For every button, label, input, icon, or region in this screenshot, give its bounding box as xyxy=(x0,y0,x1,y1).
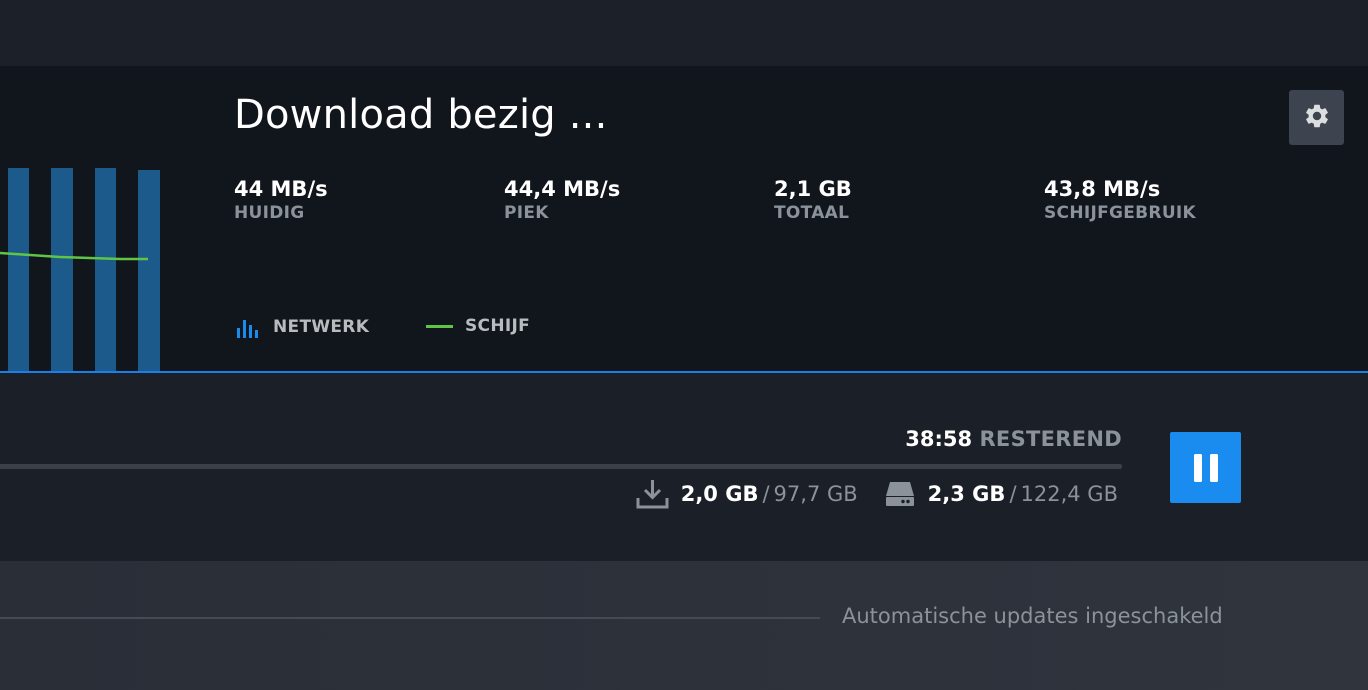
stat-total-value: 2,1 GB xyxy=(774,177,852,201)
page-title: Download bezig ... xyxy=(234,92,608,138)
auto-updates-status: Automatische updates ingeschakeld xyxy=(842,604,1223,628)
stat-peak-label: PIEK xyxy=(504,203,549,223)
download-separator: / xyxy=(762,482,770,506)
disk-done: 2,3 GB xyxy=(927,482,1006,506)
disk-total: 122,4 GB xyxy=(1020,482,1118,506)
top-strip xyxy=(0,0,1368,66)
bar-chart-icon xyxy=(236,316,258,338)
legend-network: NETWERK xyxy=(236,316,369,338)
legend-disk-label: SCHIJF xyxy=(465,316,531,336)
stat-peak-value: 44,4 MB/s xyxy=(504,177,621,201)
line-icon xyxy=(426,324,453,328)
network-bar xyxy=(51,168,73,371)
download-icon xyxy=(636,479,669,509)
disk-separator: / xyxy=(1009,482,1017,506)
stat-total-label: TOTAAL xyxy=(774,203,850,223)
stat-disk-usage: 43,8 MB/s SCHIJFGEBRUIK xyxy=(1044,176,1196,224)
network-bar xyxy=(138,170,160,371)
time-remaining: 38:58 RESTEREND xyxy=(905,427,1122,451)
progress-bar xyxy=(0,464,1122,469)
footer-divider xyxy=(0,617,820,619)
download-done: 2,0 GB xyxy=(680,482,759,506)
pause-icon xyxy=(1191,452,1221,484)
network-bar xyxy=(95,168,116,371)
remaining-label: RESTEREND xyxy=(979,427,1122,451)
pause-button[interactable] xyxy=(1170,432,1241,503)
settings-button[interactable] xyxy=(1289,90,1344,145)
hard-drive-icon xyxy=(884,480,916,508)
legend-disk: SCHIJF xyxy=(426,316,530,336)
stat-total: 2,1 GB TOTAAL xyxy=(774,176,852,224)
stat-peak: 44,4 MB/s PIEK xyxy=(504,176,620,224)
network-bar xyxy=(8,168,29,371)
stat-current-label: HUIDIG xyxy=(234,203,305,223)
legend-network-label: NETWERK xyxy=(273,317,370,337)
download-total: 97,7 GB xyxy=(773,482,858,506)
progress-fill xyxy=(0,464,23,469)
stat-disk-usage-label: SCHIJFGEBRUIK xyxy=(1044,203,1197,223)
remaining-time: 38:58 xyxy=(905,427,973,451)
stat-current-value: 44 MB/s xyxy=(234,177,328,201)
network-graph xyxy=(0,168,160,371)
download-sizes: 2,0 GB / 97,7 GB 2,3 GB / 122,4 GB xyxy=(636,479,1118,509)
stat-disk-usage-value: 43,8 MB/s xyxy=(1044,177,1161,201)
stat-current: 44 MB/s HUIDIG xyxy=(234,176,328,224)
gear-icon xyxy=(1303,102,1331,134)
